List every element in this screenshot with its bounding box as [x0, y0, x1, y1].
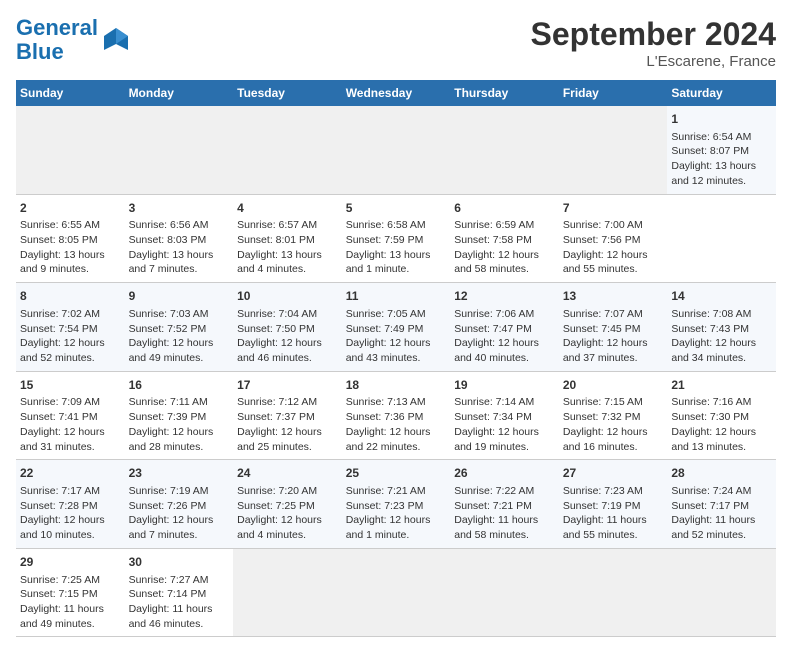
day-cell-25: 25Sunrise: 7:21 AMSunset: 7:23 PMDayligh… — [342, 460, 451, 549]
logo-text: General Blue — [16, 16, 98, 64]
day-cell-5: 5Sunrise: 6:58 AMSunset: 7:59 PMDaylight… — [342, 194, 451, 283]
day-cell-2: 2Sunrise: 6:55 AMSunset: 8:05 PMDaylight… — [16, 194, 125, 283]
empty-cell — [342, 106, 451, 194]
empty-cell — [233, 106, 342, 194]
day-cell-29: 29Sunrise: 7:25 AMSunset: 7:15 PMDayligh… — [16, 548, 125, 637]
day-cell-1: 1Sunrise: 6:54 AMSunset: 8:07 PMDaylight… — [667, 106, 776, 194]
header-cell-wednesday: Wednesday — [342, 80, 451, 106]
empty-cell — [450, 106, 559, 194]
header-cell-thursday: Thursday — [450, 80, 559, 106]
logo: General Blue — [16, 16, 130, 64]
calendar-header-row: SundayMondayTuesdayWednesdayThursdayFrid… — [16, 80, 776, 106]
empty-cell — [667, 548, 776, 637]
day-cell-17: 17Sunrise: 7:12 AMSunset: 7:37 PMDayligh… — [233, 371, 342, 460]
day-cell-20: 20Sunrise: 7:15 AMSunset: 7:32 PMDayligh… — [559, 371, 668, 460]
header-cell-sunday: Sunday — [16, 80, 125, 106]
empty-cell — [16, 106, 125, 194]
week-row-3: 8Sunrise: 7:02 AMSunset: 7:54 PMDaylight… — [16, 283, 776, 372]
day-cell-8: 8Sunrise: 7:02 AMSunset: 7:54 PMDaylight… — [16, 283, 125, 372]
day-cell-28: 28Sunrise: 7:24 AMSunset: 7:17 PMDayligh… — [667, 460, 776, 549]
header-cell-tuesday: Tuesday — [233, 80, 342, 106]
day-cell-30: 30Sunrise: 7:27 AMSunset: 7:14 PMDayligh… — [125, 548, 234, 637]
week-row-6: 29Sunrise: 7:25 AMSunset: 7:15 PMDayligh… — [16, 548, 776, 637]
calendar-body: 1Sunrise: 6:54 AMSunset: 8:07 PMDaylight… — [16, 106, 776, 637]
header-cell-saturday: Saturday — [667, 80, 776, 106]
day-cell-11: 11Sunrise: 7:05 AMSunset: 7:49 PMDayligh… — [342, 283, 451, 372]
logo-icon — [102, 26, 130, 54]
day-cell-27: 27Sunrise: 7:23 AMSunset: 7:19 PMDayligh… — [559, 460, 668, 549]
page-header: General Blue September 2024 L'Escarene, … — [16, 16, 776, 70]
week-row-4: 15Sunrise: 7:09 AMSunset: 7:41 PMDayligh… — [16, 371, 776, 460]
month-title: September 2024 — [531, 16, 776, 53]
day-cell-4: 4Sunrise: 6:57 AMSunset: 8:01 PMDaylight… — [233, 194, 342, 283]
day-cell-23: 23Sunrise: 7:19 AMSunset: 7:26 PMDayligh… — [125, 460, 234, 549]
day-cell-13: 13Sunrise: 7:07 AMSunset: 7:45 PMDayligh… — [559, 283, 668, 372]
day-cell-24: 24Sunrise: 7:20 AMSunset: 7:25 PMDayligh… — [233, 460, 342, 549]
empty-cell — [450, 548, 559, 637]
day-cell-22: 22Sunrise: 7:17 AMSunset: 7:28 PMDayligh… — [16, 460, 125, 549]
empty-cell — [342, 548, 451, 637]
empty-cell — [125, 106, 234, 194]
week-row-2: 2Sunrise: 6:55 AMSunset: 8:05 PMDaylight… — [16, 194, 776, 283]
empty-cell — [559, 548, 668, 637]
header-cell-friday: Friday — [559, 80, 668, 106]
day-cell-10: 10Sunrise: 7:04 AMSunset: 7:50 PMDayligh… — [233, 283, 342, 372]
day-cell-3: 3Sunrise: 6:56 AMSunset: 8:03 PMDaylight… — [125, 194, 234, 283]
day-cell-15: 15Sunrise: 7:09 AMSunset: 7:41 PMDayligh… — [16, 371, 125, 460]
empty-cell — [233, 548, 342, 637]
day-cell-26: 26Sunrise: 7:22 AMSunset: 7:21 PMDayligh… — [450, 460, 559, 549]
day-cell-16: 16Sunrise: 7:11 AMSunset: 7:39 PMDayligh… — [125, 371, 234, 460]
day-cell-6: 6Sunrise: 6:59 AMSunset: 7:58 PMDaylight… — [450, 194, 559, 283]
day-cell-14: 14Sunrise: 7:08 AMSunset: 7:43 PMDayligh… — [667, 283, 776, 372]
day-cell-7: 7Sunrise: 7:00 AMSunset: 7:56 PMDaylight… — [559, 194, 668, 283]
empty-cell — [559, 106, 668, 194]
title-block: September 2024 L'Escarene, France — [531, 16, 776, 70]
calendar-table: SundayMondayTuesdayWednesdayThursdayFrid… — [16, 80, 776, 637]
week-row-1: 1Sunrise: 6:54 AMSunset: 8:07 PMDaylight… — [16, 106, 776, 194]
header-cell-monday: Monday — [125, 80, 234, 106]
day-cell-21: 21Sunrise: 7:16 AMSunset: 7:30 PMDayligh… — [667, 371, 776, 460]
day-cell-9: 9Sunrise: 7:03 AMSunset: 7:52 PMDaylight… — [125, 283, 234, 372]
week-row-5: 22Sunrise: 7:17 AMSunset: 7:28 PMDayligh… — [16, 460, 776, 549]
day-cell-19: 19Sunrise: 7:14 AMSunset: 7:34 PMDayligh… — [450, 371, 559, 460]
day-cell-12: 12Sunrise: 7:06 AMSunset: 7:47 PMDayligh… — [450, 283, 559, 372]
location: L'Escarene, France — [531, 53, 776, 70]
day-cell-18: 18Sunrise: 7:13 AMSunset: 7:36 PMDayligh… — [342, 371, 451, 460]
